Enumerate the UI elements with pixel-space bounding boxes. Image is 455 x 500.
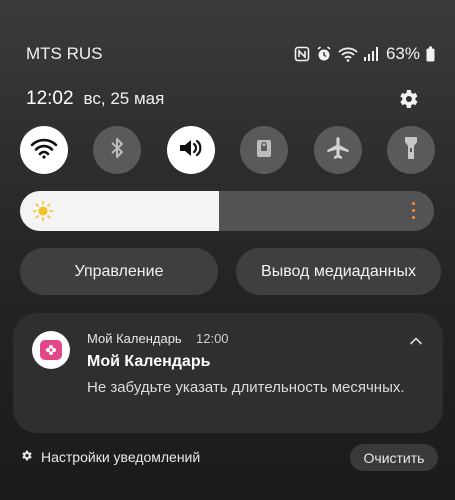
clock-time: 12:02 (26, 88, 74, 109)
notification-settings-link[interactable]: Настройки уведомлений (20, 449, 200, 465)
brightness-more-icon[interactable] (412, 202, 416, 220)
clear-button[interactable]: Очистить (350, 444, 438, 471)
gear-icon (20, 449, 33, 465)
control-button[interactable]: Управление (20, 248, 218, 295)
lock-icon (254, 137, 274, 164)
flashlight-toggle[interactable] (387, 126, 435, 174)
media-output-button[interactable]: Вывод медиаданных (236, 248, 441, 295)
notification-body: Не забудьте указать длительность месячны… (87, 379, 405, 396)
alarm-icon (316, 46, 332, 62)
speaker-icon (177, 136, 205, 165)
battery-percent: 63% (385, 44, 420, 63)
bluetooth-icon (109, 136, 125, 165)
carrier-name: MTS RUS (26, 44, 103, 63)
settings-gear-icon[interactable] (396, 87, 420, 111)
notification-card[interactable]: Мой Календарь 12:00 Мой Календарь Не заб… (13, 313, 443, 433)
quick-toggles (20, 126, 436, 176)
notification-title: Мой Календарь (87, 353, 211, 370)
notification-settings-label: Настройки уведомлений (41, 449, 201, 465)
wifi-icon (338, 46, 358, 62)
rotation-lock-toggle[interactable] (240, 126, 288, 174)
chevron-up-icon[interactable] (409, 333, 423, 345)
status-bar: MTS RUS 63% (26, 42, 435, 66)
calendar-app-icon (32, 331, 70, 369)
sun-icon (32, 200, 54, 222)
sound-toggle[interactable] (167, 126, 215, 174)
flashlight-icon (402, 135, 420, 166)
clock-date: вс, 25 мая (83, 89, 165, 108)
status-icons: 63% (294, 44, 435, 64)
notification-app-name: Мой Календарь (87, 331, 182, 346)
notification-time: 12:00 (196, 331, 229, 346)
airplane-icon (325, 135, 351, 166)
wifi-icon (30, 137, 58, 164)
brightness-slider[interactable] (20, 191, 434, 231)
airplane-toggle[interactable] (314, 126, 362, 174)
datetime: 12:02 вс, 25 мая (26, 88, 164, 110)
battery-icon (426, 46, 435, 62)
nfc-icon (294, 46, 310, 62)
signal-icon (363, 46, 378, 62)
wifi-toggle[interactable] (20, 126, 68, 174)
bluetooth-toggle[interactable] (93, 126, 141, 174)
